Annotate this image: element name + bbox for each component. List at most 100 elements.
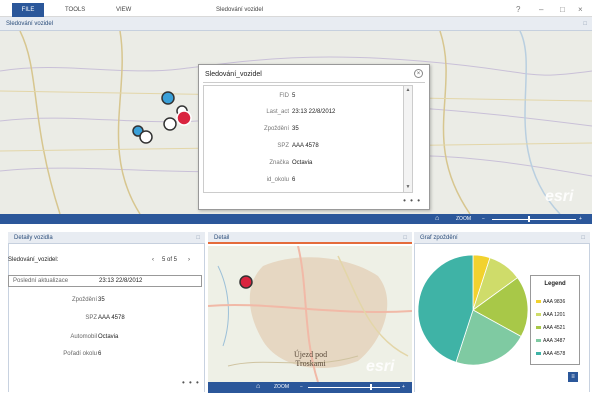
zoom-slider-thumb[interactable] [370, 384, 372, 390]
attribute-row: id_okolu 6 [204, 174, 404, 186]
minimize-button[interactable]: – [539, 3, 543, 17]
detail-key: Zpoždění [71, 297, 97, 303]
pin-icon[interactable]: □ [196, 232, 200, 244]
home-icon[interactable]: ⌂ [435, 215, 439, 223]
help-button[interactable]: ? [516, 3, 520, 17]
main-panel-title: Sledování vozidel [6, 21, 54, 27]
legend-item: AAA 4521 [536, 324, 565, 332]
mini-map-header: Detail □ [208, 232, 412, 244]
detail-value: 6 [98, 351, 102, 357]
popup-divider [203, 82, 425, 83]
attribute-key: Značka [269, 160, 289, 166]
zoom-slider[interactable] [492, 219, 576, 220]
delay-chart-header: Graf zpoždění □ [414, 232, 590, 244]
attribute-value: AAA 4578 [292, 143, 319, 149]
window-title: Sledování vozidel [216, 7, 264, 13]
legend-label: AAA 3487 [543, 338, 566, 344]
zoom-label: ZOOM [274, 384, 289, 390]
popup-close-icon[interactable]: × [414, 69, 423, 78]
mini-map-title: Detail [214, 235, 230, 241]
home-icon[interactable]: ⌂ [256, 383, 260, 391]
attribute-key: FID [279, 93, 289, 99]
attribute-row: Last_act 23:13 22/8/2012 [204, 106, 404, 118]
detail-key: SPZ [85, 315, 97, 321]
main-panel-header: Sledování vozidel □ [0, 17, 592, 31]
vehicle-detail-header: Detaily vozidla □ [8, 232, 205, 244]
attribute-row: SPZ AAA 4578 [204, 140, 404, 152]
pin-icon[interactable]: □ [581, 232, 585, 244]
zoom-label: ZOOM [456, 216, 471, 222]
esri-logo: esri [545, 188, 574, 205]
attribute-key: id_okolu [266, 177, 289, 183]
attribute-row: Značka Octavia [204, 157, 404, 169]
main-map-toolbar: ⌂ ZOOM − + [0, 214, 592, 224]
legend-swatch [536, 300, 541, 304]
record-counter: 5 of 5 [162, 257, 178, 263]
tools-tab[interactable]: TOOLS [65, 3, 85, 17]
legend-item: AAA 1201 [536, 311, 565, 319]
delay-chart-title: Graf zpoždění [420, 235, 458, 241]
attribute-row: FID 5 [204, 90, 404, 102]
attribute-value: 23:13 22/8/2012 [292, 109, 336, 115]
zoom-slider-thumb[interactable] [528, 216, 530, 222]
detail-row: Automobil Octavia [0, 331, 205, 343]
legend-item: AAA 3487 [536, 337, 565, 345]
detail-row: SPZ AAA 4578 [0, 312, 205, 324]
attribute-table: FID 5 Last_act 23:13 22/8/2012 Zpoždění … [203, 85, 413, 193]
file-tab[interactable]: FILE [12, 3, 44, 17]
attribute-value: 35 [292, 126, 299, 132]
popup-title: Sledování_vozidel [205, 71, 262, 78]
town-label-line: Troskami [295, 359, 326, 368]
legend-label: AAA 9836 [543, 299, 566, 305]
legend-item: AAA 4578 [536, 350, 565, 358]
legend-label: AAA 4578 [543, 351, 566, 357]
zoom-out-button[interactable]: − [300, 383, 303, 391]
attribute-row: Zpoždění 35 [204, 123, 404, 135]
zoom-slider[interactable] [308, 387, 400, 388]
mini-map[interactable]: Újezd pod Troskami esri [208, 246, 412, 382]
legend-label: AAA 4521 [543, 325, 566, 331]
zoom-in-button[interactable]: + [402, 383, 405, 391]
esri-logo: esri [366, 358, 395, 375]
zoom-out-button[interactable]: − [482, 215, 485, 223]
popup-more-button[interactable]: • • • [403, 196, 421, 205]
attribute-key: Last_act [266, 109, 289, 115]
last-update-value: 23:13 22/8/2012 [99, 278, 143, 284]
zoom-in-button[interactable]: + [579, 215, 582, 223]
popup-scrollbar[interactable]: ▲ ▼ [403, 86, 412, 192]
legend-swatch [536, 326, 541, 330]
legend-label: AAA 1201 [543, 312, 566, 318]
last-update-box: Poslední aktualizace 23:13 22/8/2012 [8, 275, 202, 287]
next-record-button[interactable]: › [188, 257, 190, 263]
pin-icon[interactable]: □ [403, 232, 407, 244]
attribute-value: 5 [292, 93, 296, 99]
pin-icon[interactable]: □ [583, 17, 587, 31]
scroll-up-icon[interactable]: ▲ [405, 88, 411, 93]
attribute-value: Octavia [292, 160, 313, 166]
legend-title: Legend [544, 281, 566, 287]
view-tab[interactable]: VIEW [116, 3, 131, 17]
detail-row: Zpoždění 35 [0, 294, 205, 306]
attribute-key: SPZ [277, 143, 289, 149]
legend-swatch [536, 352, 541, 356]
detail-value: 35 [98, 297, 105, 303]
layer-name: Sledování_vozidel: [8, 257, 59, 263]
attribute-popup: Sledování_vozidel × FID 5 Last_act 23:13… [198, 64, 430, 210]
last-update-label: Poslední aktualizace [13, 278, 69, 284]
scroll-down-icon[interactable]: ▼ [405, 185, 411, 190]
chart-legend: Legend AAA 9836 AAA 1201 AAA 4521 AAA 34… [530, 275, 580, 365]
detail-value: Octavia [98, 334, 119, 340]
attribute-key: Zpoždění [263, 126, 289, 132]
mini-map-toolbar: ⌂ ZOOM − + [208, 382, 412, 393]
detail-value: AAA 4578 [98, 315, 125, 321]
prev-record-button[interactable]: ‹ [152, 257, 154, 263]
town-label-line: Újezd pod [294, 350, 328, 359]
chart-options-icon[interactable]: ≡ [568, 372, 578, 382]
maximize-button[interactable]: □ [560, 3, 565, 17]
legend-swatch [536, 313, 541, 317]
detail-more-button[interactable]: • • • [182, 378, 200, 387]
close-button[interactable]: × [578, 3, 583, 17]
attribute-value: 6 [292, 177, 296, 183]
vehicle-detail-title: Detaily vozidla [14, 235, 53, 241]
town-label: Újezd pod Troskami [294, 350, 327, 368]
